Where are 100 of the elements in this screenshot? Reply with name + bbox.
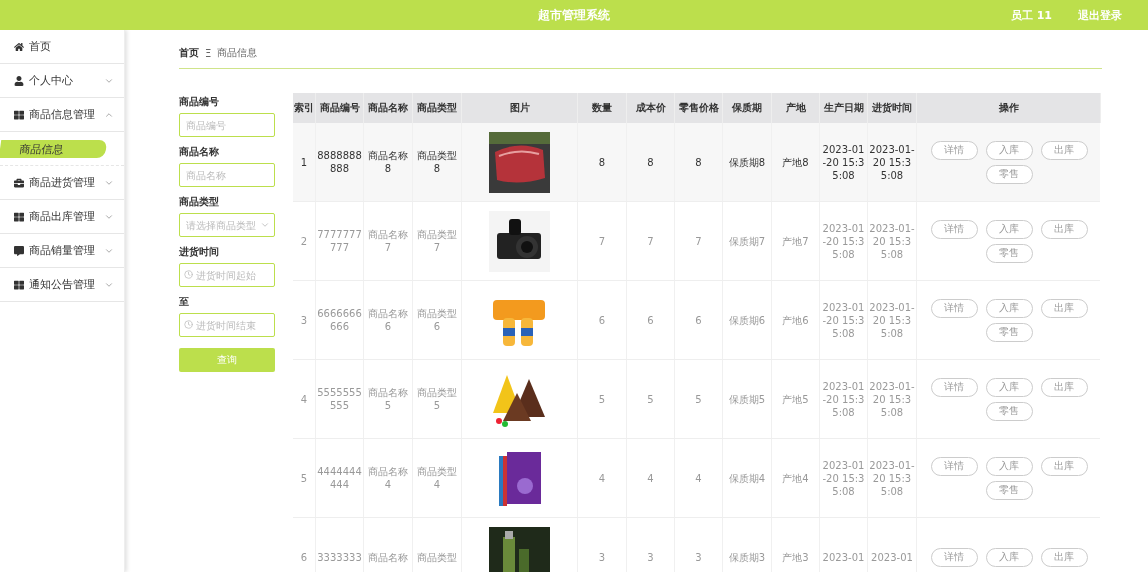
table-cell: 保质期8 [723,123,772,201]
sidebar-item[interactable]: 个人中心 [0,64,124,98]
field-label: 商品编号 [179,95,220,109]
table-cell: 4 [675,439,723,517]
table-cell: 7 [675,202,723,280]
action-button[interactable]: 出库 [1040,377,1088,397]
table-cell: 3 [675,518,723,572]
table-cell: 2023-01-20 15:35:08 [868,281,917,359]
table-cell: 产地4 [772,439,820,517]
table-cell: 商品名称8 [364,123,413,201]
table-cell: 2023-01-20 15:35:08 [820,281,868,359]
table-cell: 6 [578,281,627,359]
table-cell: 4 [293,360,316,438]
action-button[interactable]: 零售 [985,401,1033,421]
table-cell: 2023-01-20 15:35:08 [820,123,868,201]
grid-icon [14,279,24,290]
field-label: 商品类型 [179,195,220,209]
table-cell: 保质期3 [723,518,772,572]
sidebar-item[interactable]: 商品出库管理 [0,200,124,234]
app-title: 超市管理系统 [538,7,610,22]
table-cell: 2023-01 [868,518,917,572]
table-cell: 5555555555 [316,360,364,438]
table-cell: 产地3 [772,518,820,572]
table-cell: 6 [627,281,675,359]
grid-icon [14,211,24,222]
user-name: 员工 11 [1010,7,1052,23]
table-cell: 2023-01-20 15:35:08 [868,360,917,438]
table-cell: 保质期7 [723,202,772,280]
table-row[interactable]: 1 8888888888 商品名称8 商品类型8 8 8 8 保质期8 产地8 2023-01-20 15:35:08 2023-01-20 15:35:08 详情 入库 出库 零售 [293,123,1100,202]
table-cell: 7777777777 [316,202,364,280]
table-cell: 2023-01-20 15:35:08 [820,439,868,517]
sidebar-item[interactable]: 首页 [0,30,124,64]
action-button[interactable]: 入库 [985,377,1033,397]
field-label: 至 [179,295,190,309]
table-cell: 2023-01-20 15:35:08 [868,123,917,201]
table-cell: 产地6 [772,281,820,359]
table-cell: 8 [578,123,627,201]
date-field[interactable]: 进货时间起始 [179,263,275,287]
table-row[interactable]: 4 5555555555 商品名称5 商品类型5 5 5 5 保质期5 产地5 2023-01-20 15:35:08 2023-01-20 15:35:08 详情 入库 出库 零售 [293,360,1100,439]
action-button[interactable]: 详情 [930,140,978,160]
action-button[interactable]: 出库 [1040,547,1088,567]
action-button[interactable]: 出库 [1040,219,1088,239]
table-cell: 2 [293,202,316,280]
table-cell: 产地8 [772,123,820,201]
sidebar-subitem[interactable]: 商品信息 [0,139,108,158]
table-cell: 2023-01-20 15:35:08 [820,360,868,438]
table-row[interactable]: 2 7777777777 商品名称7 商品类型7 7 7 7 保质期7 产地7 2023-01-20 15:35:08 2023-01-20 15:35:08 详情 入库 出库 零售 [293,202,1100,281]
sidebar-item[interactable]: 通知公告管理 [0,268,124,302]
action-button[interactable]: 详情 [930,298,978,318]
table-cell: 2023-01-20 15:35:08 [868,439,917,517]
field-label: 进货时间 [179,245,220,259]
briefcase-icon [14,177,24,188]
action-button[interactable]: 入库 [985,219,1033,239]
sidebar-item[interactable]: 商品销量管理 [0,234,124,268]
field-label: 商品名称 [179,145,220,159]
sidebar-item[interactable]: 商品信息管理 [0,98,124,132]
action-button[interactable]: 入库 [985,298,1033,318]
sidebar-item[interactable]: 商品进货管理 [0,166,124,200]
breadcrumb-current: 商品信息 [217,46,258,60]
table-cell: 商品名称5 [364,360,413,438]
table-cell: 4444444444 [316,439,364,517]
table-cell: 5 [293,439,316,517]
action-button[interactable]: 详情 [930,456,978,476]
table-cell: 8 [627,123,675,201]
table-cell: 商品名称 [364,518,413,572]
table-cell: 保质期4 [723,439,772,517]
table-cell: 2023-01 [820,518,868,572]
table-cell: 产地7 [772,202,820,280]
action-button[interactable]: 出库 [1040,456,1088,476]
date-field[interactable]: 进货时间结束 [179,313,275,337]
action-button[interactable]: 入库 [985,140,1033,160]
action-button[interactable]: 零售 [985,322,1033,342]
table-cell: 6666666666 [316,281,364,359]
action-button[interactable]: 零售 [985,480,1033,500]
table-cell: 商品类型7 [413,202,462,280]
table-cell: 5 [578,360,627,438]
table-cell: 8 [675,123,723,201]
chat-icon [14,245,24,256]
table-row[interactable]: 3 6666666666 商品名称6 商品类型6 6 6 6 保质期6 产地6 2023-01-20 15:35:08 2023-01-20 15:35:08 详情 入库 出库 零售 [293,281,1100,360]
table-cell: 1 [293,123,316,201]
action-button[interactable]: 详情 [930,547,978,567]
table-cell: 商品名称7 [364,202,413,280]
table-cell: 7 [578,202,627,280]
action-button[interactable]: 详情 [930,219,978,239]
table-cell: 商品类型 [413,518,462,572]
action-button[interactable]: 入库 [985,547,1033,567]
breadcrumb-link[interactable]: 首页 [179,46,199,60]
action-button[interactable]: 零售 [985,164,1033,184]
table-cell: 3 [578,518,627,572]
table-row[interactable]: 5 4444444444 商品名称4 商品类型4 4 4 4 保质期4 产地4 2023-01-20 15:35:08 2023-01-20 15:35:08 详情 入库 出库 零售 [293,439,1100,518]
action-button[interactable]: 入库 [985,456,1033,476]
table-cell: 产地5 [772,360,820,438]
action-button[interactable]: 出库 [1040,140,1088,160]
action-button[interactable]: 出库 [1040,298,1088,318]
table-cell: 商品名称4 [364,439,413,517]
table-cell: 2023-01-20 15:35:08 [820,202,868,280]
action-button[interactable]: 零售 [985,243,1033,263]
user-icon [14,75,24,86]
action-button[interactable]: 详情 [930,377,978,397]
table-cell: 2023-01-20 15:35:08 [868,202,917,280]
